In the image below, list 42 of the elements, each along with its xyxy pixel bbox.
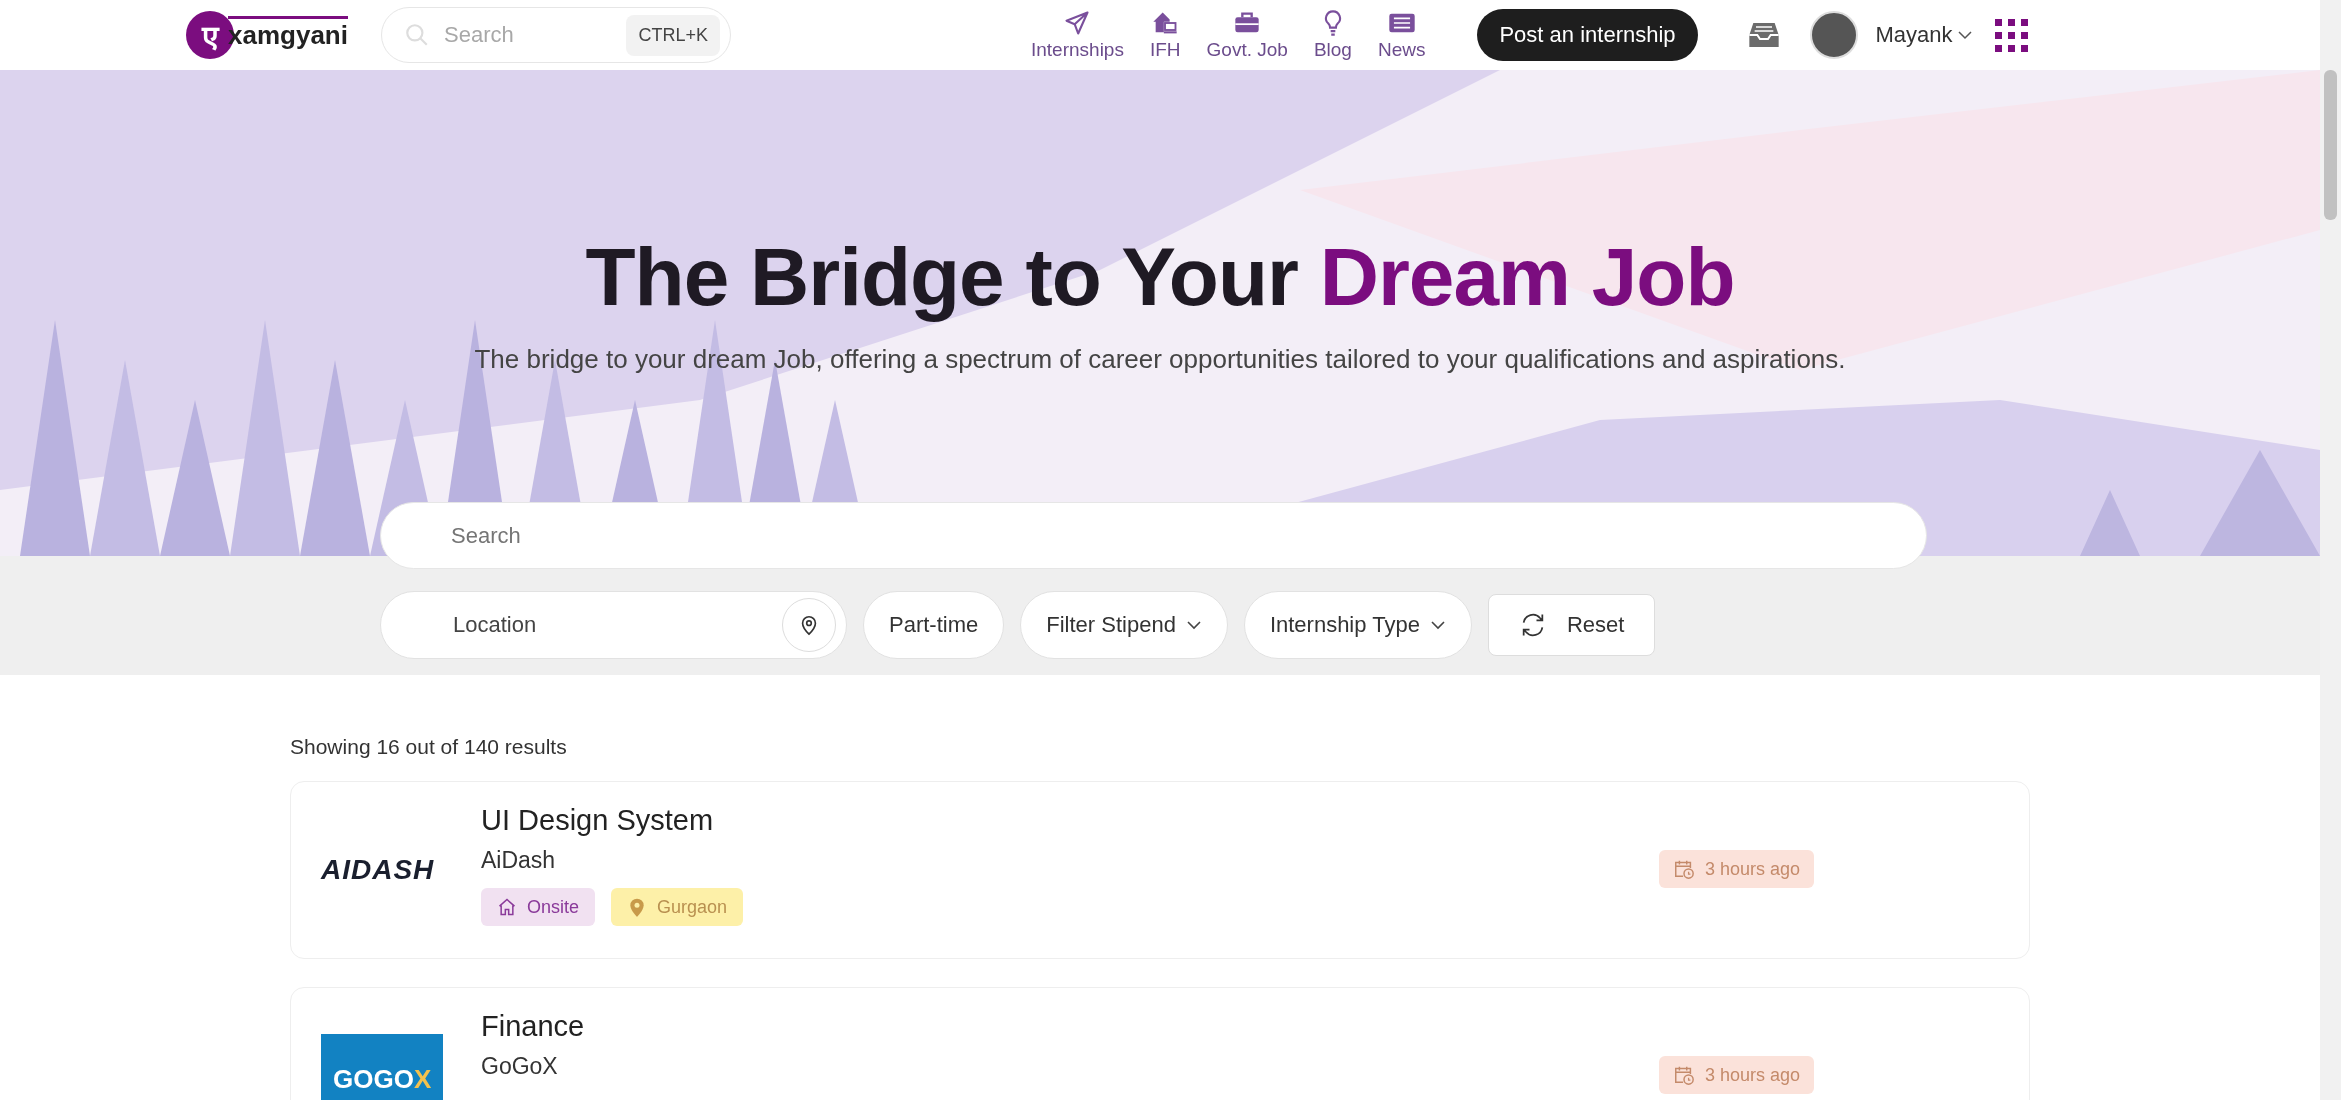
- hero-title: The Bridge to Your Dream Job: [585, 230, 1735, 324]
- filter-dropdown[interactable]: Filter Stipend: [1020, 591, 1228, 659]
- post-internship-button[interactable]: Post an internship: [1477, 9, 1698, 61]
- search-field[interactable]: Search: [380, 502, 1927, 569]
- house-icon: [497, 897, 517, 917]
- internship-card[interactable]: AIDASH UI Design System AiDash Onsite Gurgaon 3 hours ago: [290, 781, 2030, 959]
- internship-title[interactable]: Finance: [481, 1010, 1659, 1043]
- scrollbar-thumb[interactable]: [2324, 70, 2337, 220]
- apps-grid-icon[interactable]: [1992, 17, 2029, 53]
- nav-item[interactable]: News: [1377, 9, 1426, 61]
- chevron-down-icon: [1956, 29, 1973, 41]
- location-tag: Gurgaon: [611, 888, 744, 926]
- user-menu[interactable]: Mayank: [1869, 21, 1979, 49]
- chevron-down-icon: [1429, 619, 1446, 631]
- inbox-icon[interactable]: [1747, 20, 1780, 50]
- calendar-clock-icon: [1672, 858, 1695, 880]
- user-avatar[interactable]: [1809, 11, 1858, 59]
- location-input[interactable]: Location: [451, 611, 782, 639]
- reset-button[interactable]: Reset: [1487, 594, 1656, 656]
- shortcut-badge: CTRL+K: [626, 14, 720, 56]
- chevron-down-icon: [1185, 619, 1202, 631]
- internship-title[interactable]: UI Design System: [481, 804, 1659, 837]
- posted-time-badge: 3 hours ago: [1658, 1056, 1814, 1094]
- calendar-clock-icon: [1672, 1064, 1695, 1086]
- company-name: AiDash: [481, 847, 557, 874]
- nav-item[interactable]: IFH: [1149, 9, 1181, 61]
- search-icon: [404, 22, 430, 48]
- hero-subtitle: The bridge to your dream Job, offering a spectrum of career opportunities tailored to your qualifications and aspirations.: [474, 344, 1846, 375]
- company-logo: GOGOX: [321, 1033, 444, 1100]
- company-logo: AIDASH: [321, 854, 435, 886]
- scrollbar[interactable]: [2320, 0, 2341, 1100]
- nav-item[interactable]: Internships: [1031, 9, 1124, 61]
- internship-card[interactable]: GOGOX Finance GoGoX 3 hours ago: [290, 987, 2030, 1100]
- posted-time-badge: 3 hours ago: [1658, 850, 1814, 888]
- filter-dropdown[interactable]: Internship Type: [1243, 591, 1472, 659]
- nav-item[interactable]: Blog: [1313, 9, 1352, 61]
- work-mode-tag: Onsite: [481, 888, 596, 926]
- results-count: Showing 16 out of 140 results: [290, 735, 568, 759]
- nav-item[interactable]: Govt. Job: [1206, 9, 1288, 61]
- location-bar[interactable]: Location: [380, 591, 847, 659]
- company-name: GoGoX: [481, 1053, 559, 1080]
- filter-chip[interactable]: Part-time: [863, 591, 1005, 659]
